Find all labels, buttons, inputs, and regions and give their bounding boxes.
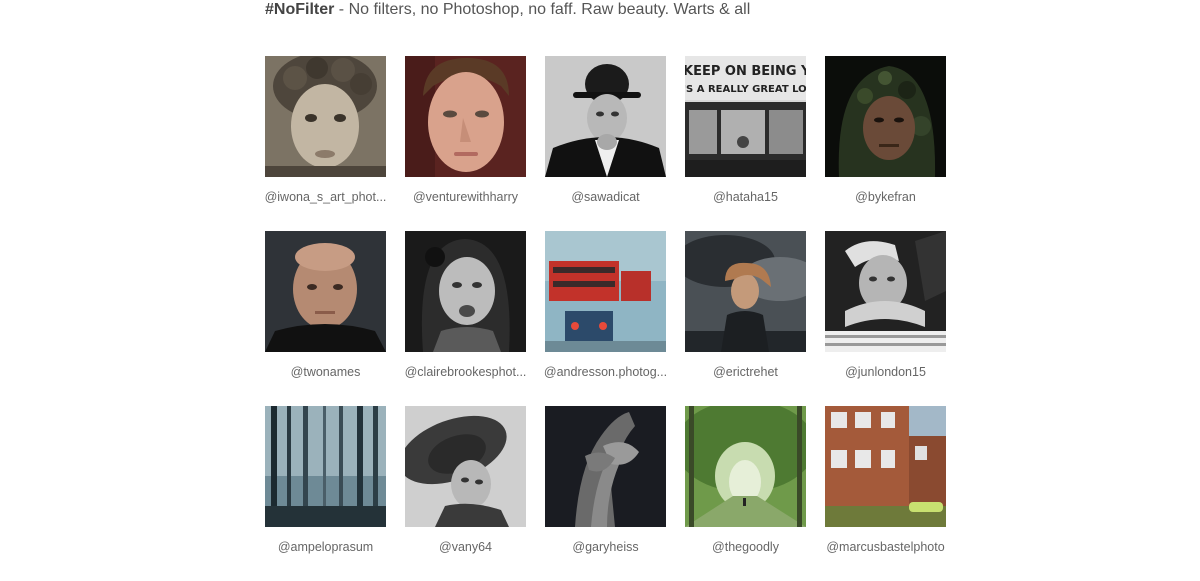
photo-username-link[interactable]: @twonames [255, 365, 396, 379]
photo-thumbnail[interactable] [825, 56, 946, 177]
photo-username-link[interactable]: @junlondon15 [815, 365, 956, 379]
photo-username-link[interactable]: @erictrehet [675, 365, 816, 379]
photo-thumbnail[interactable] [405, 56, 526, 177]
photo-thumbnail[interactable] [405, 231, 526, 352]
photo-card: @vany64 [405, 406, 526, 581]
photo-thumbnail[interactable] [545, 231, 666, 352]
photo-thumbnail[interactable] [825, 231, 946, 352]
photo-card: @marcusbastelphoto [825, 406, 946, 581]
photo-thumbnail[interactable] [265, 231, 386, 352]
header-description: - No filters, no Photoshop, no faff. Raw… [334, 1, 751, 18]
photo-card: @garyheiss [545, 406, 666, 581]
hashtag-title: #NoFilter [265, 1, 335, 18]
photo-card: @junlondon15 [825, 231, 946, 406]
photo-username-link[interactable]: @venturewithharry [395, 190, 536, 204]
photo-username-link[interactable]: @clairebrookesphot... [395, 365, 536, 379]
page-header: #NoFilter - No filters, no Photoshop, no… [265, 0, 750, 20]
photo-card: @iwona_s_art_phot... [265, 56, 386, 231]
photo-username-link[interactable]: @thegoodly [675, 540, 816, 554]
photo-card: @ampeloprasum [265, 406, 386, 581]
photo-thumbnail[interactable]: KEEP ON BEING YOU 'S A REALLY GREAT LOOK [685, 56, 806, 177]
photo-username-link[interactable]: @andresson.photog... [535, 365, 676, 379]
photo-card: @bykefran [825, 56, 946, 231]
svg-text:'S A REALLY GREAT LOOK: 'S A REALLY GREAT LOOK [685, 84, 806, 95]
photo-thumbnail[interactable] [265, 406, 386, 527]
photo-card: @sawadicat [545, 56, 666, 231]
photo-thumbnail[interactable] [545, 56, 666, 177]
photo-username-link[interactable]: @garyheiss [535, 540, 676, 554]
photo-grid: @iwona_s_art_phot... @venturewithharry @… [265, 56, 946, 581]
photo-card: @thegoodly [685, 406, 806, 581]
photo-card: KEEP ON BEING YOU 'S A REALLY GREAT LOOK… [685, 56, 806, 231]
svg-text:KEEP ON BEING YOU: KEEP ON BEING YOU [685, 64, 806, 79]
photo-card: @twonames [265, 231, 386, 406]
photo-thumbnail[interactable] [825, 406, 946, 527]
photo-thumbnail[interactable] [685, 406, 806, 527]
photo-card: @clairebrookesphot... [405, 231, 526, 406]
photo-username-link[interactable]: @hataha15 [675, 190, 816, 204]
photo-username-link[interactable]: @marcusbastelphoto [815, 540, 956, 554]
photo-username-link[interactable]: @ampeloprasum [255, 540, 396, 554]
photo-thumbnail[interactable] [265, 56, 386, 177]
photo-card: @andresson.photog... [544, 231, 667, 406]
photo-username-link[interactable]: @vany64 [395, 540, 536, 554]
photo-thumbnail[interactable] [405, 406, 526, 527]
photo-card: @erictrehet [685, 231, 806, 406]
photo-thumbnail[interactable] [685, 231, 806, 352]
photo-username-link[interactable]: @iwona_s_art_phot... [255, 190, 396, 204]
photo-thumbnail[interactable] [545, 406, 666, 527]
photo-username-link[interactable]: @bykefran [815, 190, 956, 204]
photo-username-link[interactable]: @sawadicat [535, 190, 676, 204]
photo-card: @venturewithharry [405, 56, 526, 231]
